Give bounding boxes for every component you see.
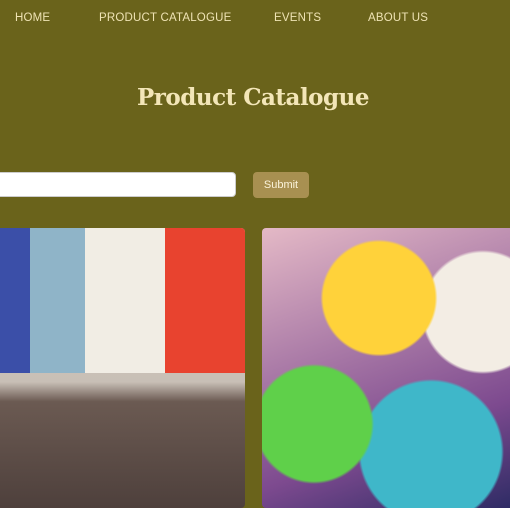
product-image-books[interactable] <box>0 228 245 508</box>
page-title: Product Catalogue <box>137 84 369 111</box>
book-cover <box>30 228 85 373</box>
book-cover <box>85 228 165 373</box>
submit-button[interactable]: Submit <box>253 172 309 198</box>
nav-product-catalogue[interactable]: PRODUCT CATALOGUE <box>99 12 231 24</box>
nav-home[interactable]: HOME <box>15 12 50 24</box>
book-cover <box>0 228 30 373</box>
search-input[interactable] <box>0 172 236 197</box>
book-cover <box>165 228 245 373</box>
product-image-toys[interactable] <box>262 228 510 508</box>
nav-about-us[interactable]: ABOUT US <box>368 12 428 24</box>
nav-events[interactable]: EVENTS <box>274 12 321 24</box>
